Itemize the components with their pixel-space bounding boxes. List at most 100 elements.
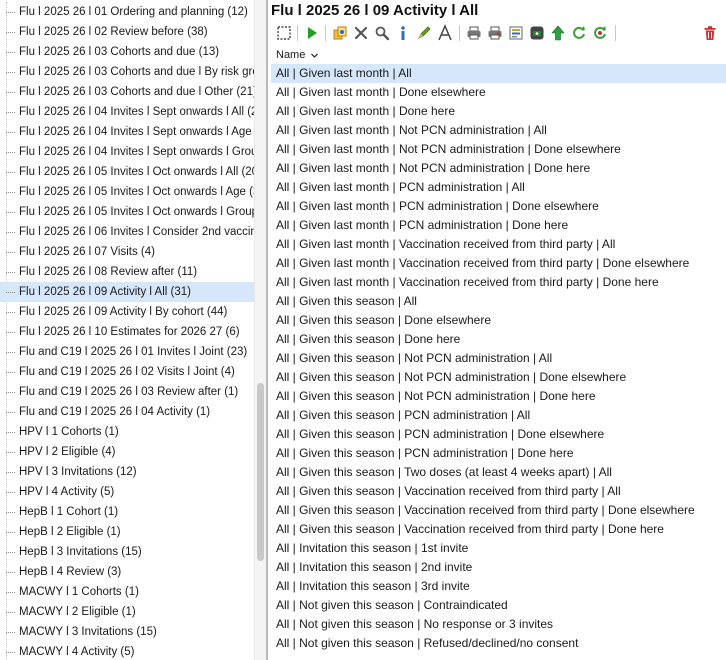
tree-item[interactable]: Flu l 2025 26 l 04 Invites l Sept onward… xyxy=(0,142,254,162)
tree-scrollbar-thumb[interactable] xyxy=(257,383,264,561)
list-item[interactable]: All | Given last month | Not PCN adminis… xyxy=(271,140,726,159)
report-icon[interactable] xyxy=(506,22,526,44)
tree-item[interactable]: Flu l 2025 26 l 01 Ordering and planning… xyxy=(0,2,254,22)
list-item[interactable]: All | Invitation this season | 3rd invit… xyxy=(271,577,726,596)
list-item[interactable]: All | Not given this season | No respons… xyxy=(271,615,726,634)
list-item[interactable]: All | Not given this season | Contraindi… xyxy=(271,596,726,615)
name-column-header[interactable]: Name xyxy=(271,47,726,65)
list-item[interactable]: All | Given last month | PCN administrat… xyxy=(271,197,726,216)
tree-item[interactable]: Flu l 2025 26 l 06 Invites l Consider 2n… xyxy=(0,222,254,242)
list-item[interactable]: All | Invitation this season | 2nd invit… xyxy=(271,558,726,577)
tree-item[interactable]: HPV l 1 Cohorts (1) xyxy=(0,422,254,442)
list-item[interactable]: All | Invitation this season | 1st invit… xyxy=(271,539,726,558)
tree-item[interactable]: MACWY l 1 Cohorts (1) xyxy=(0,582,254,602)
tree-item-label: HepB l 4 Review (3) xyxy=(19,566,122,578)
select-icon[interactable] xyxy=(274,22,294,44)
print-icon[interactable] xyxy=(464,22,484,44)
info-icon[interactable] xyxy=(393,22,413,44)
tree-item[interactable]: Flu and C19 l 2025 26 l 03 Review after … xyxy=(0,382,254,402)
tree-connector xyxy=(6,452,15,453)
list-item[interactable]: All | Given this season | Done elsewhere xyxy=(271,311,726,330)
tree-item[interactable]: Flu l 2025 26 l 03 Cohorts and due l Oth… xyxy=(0,82,254,102)
tree-connector xyxy=(6,432,15,433)
tree-item[interactable]: HepB l 3 Invitations (15) xyxy=(0,542,254,562)
tree-item-label: HPV l 2 Eligible (4) xyxy=(19,446,116,458)
run-icon[interactable] xyxy=(302,22,322,44)
tree-item[interactable]: Flu l 2025 26 l 10 Estimates for 2026 27… xyxy=(0,322,254,342)
export-icon[interactable] xyxy=(527,22,547,44)
panel-title: Flu l 2025 26 l 09 Activity l All xyxy=(271,2,479,19)
tree-item[interactable]: Flu l 2025 26 l 04 Invites l Sept onward… xyxy=(0,122,254,142)
sync-icon[interactable] xyxy=(590,22,610,44)
move-up-icon[interactable] xyxy=(548,22,568,44)
copy-icon[interactable] xyxy=(330,22,350,44)
font-icon[interactable] xyxy=(435,22,455,44)
trash-icon[interactable] xyxy=(700,22,720,44)
tree-item[interactable]: Flu l 2025 26 l 09 Activity l By cohort … xyxy=(0,302,254,322)
tree-item[interactable]: Flu l 2025 26 l 03 Cohorts and due (13) xyxy=(0,42,254,62)
list-item[interactable]: All | Given last month | Not PCN adminis… xyxy=(271,121,726,140)
list-item[interactable]: All | Given this season | Done here xyxy=(271,330,726,349)
tree-item[interactable]: Flu l 2025 26 l 07 Visits (4) xyxy=(0,242,254,262)
list-item[interactable]: All | Not given this season | Refused/de… xyxy=(271,634,726,653)
list-item[interactable]: All | Given this season | Vaccination re… xyxy=(271,482,726,501)
list-item[interactable]: All | Given last month | Done here xyxy=(271,102,726,121)
list-item[interactable]: All | Given last month | Not PCN adminis… xyxy=(271,159,726,178)
list-item[interactable]: All | Given this season | PCN administra… xyxy=(271,406,726,425)
tree-item[interactable]: HepB l 4 Review (3) xyxy=(0,562,254,582)
list-item[interactable]: All | Given this season | PCN administra… xyxy=(271,425,726,444)
tree-item[interactable]: Flu and C19 l 2025 26 l 04 Activity (1) xyxy=(0,402,254,422)
tree-item[interactable]: Flu l 2025 26 l 09 Activity l All (31) xyxy=(0,282,254,302)
print-red-icon[interactable] xyxy=(485,22,505,44)
list-item[interactable]: All | Given last month | Vaccination rec… xyxy=(271,254,726,273)
tree-item-label: Flu l 2025 26 l 07 Visits (4) xyxy=(19,246,155,258)
list-item[interactable]: All | Given this season | Not PCN admini… xyxy=(271,387,726,406)
tree-item-label: Flu l 2025 26 l 06 Invites l Consider 2n… xyxy=(19,226,254,238)
list-item[interactable]: All | Given this season | Vaccination re… xyxy=(271,520,726,539)
tree-item[interactable]: MACWY l 4 Activity (5) xyxy=(0,642,254,660)
results-list: All | Given last month | All All | Given … xyxy=(271,64,726,653)
list-item[interactable]: All | Given this season | Not PCN admini… xyxy=(271,368,726,387)
list-item[interactable]: All | Given last month | Done elsewhere xyxy=(271,83,726,102)
list-item[interactable]: All | Given last month | Vaccination rec… xyxy=(271,235,726,254)
list-item[interactable]: All | Given last month | PCN administrat… xyxy=(271,178,726,197)
tree-connector xyxy=(6,492,15,493)
tree-item-label: Flu l 2025 26 l 04 Invites l Sept onward… xyxy=(19,126,254,138)
list-item[interactable]: All | Given this season | Not PCN admini… xyxy=(271,349,726,368)
list-item[interactable]: All | Given this season | Two doses (at … xyxy=(271,463,726,482)
list-item[interactable]: All | Given this season | PCN administra… xyxy=(271,444,726,463)
tree-item[interactable]: MACWY l 3 Invitations (15) xyxy=(0,622,254,642)
tree-item[interactable]: HPV l 4 Activity (5) xyxy=(0,482,254,502)
tree-connector xyxy=(6,372,15,373)
tree-connector xyxy=(6,572,15,573)
tree-item-label: Flu l 2025 26 l 08 Review after (11) xyxy=(19,266,198,278)
list-item[interactable]: All | Given this season | Vaccination re… xyxy=(271,501,726,520)
list-item[interactable]: All | Given last month | Vaccination rec… xyxy=(271,273,726,292)
search-icon[interactable] xyxy=(372,22,392,44)
edit-icon[interactable] xyxy=(414,22,434,44)
tree-item[interactable]: Flu l 2025 26 l 08 Review after (11) xyxy=(0,262,254,282)
tree-item[interactable]: HepB l 2 Eligible (1) xyxy=(0,522,254,542)
tree-item[interactable]: Flu l 2025 26 l 05 Invites l Oct onwards… xyxy=(0,182,254,202)
delete-icon[interactable] xyxy=(351,22,371,44)
tree-item[interactable]: Flu l 2025 26 l 05 Invites l Oct onwards… xyxy=(0,202,254,222)
list-item[interactable]: All | Given this season | All xyxy=(271,292,726,311)
sort-chevron-down-icon xyxy=(311,53,319,58)
tree-item[interactable]: HPV l 3 Invitations (12) xyxy=(0,462,254,482)
tree-item[interactable]: Flu l 2025 26 l 04 Invites l Sept onward… xyxy=(0,102,254,122)
tree-item[interactable]: HepB l 1 Cohort (1) xyxy=(0,502,254,522)
tree-connector xyxy=(6,72,15,73)
list-item[interactable]: All | Given last month | PCN administrat… xyxy=(271,216,726,235)
tree-item[interactable]: MACWY l 2 Eligible (1) xyxy=(0,602,254,622)
tree-item[interactable]: Flu l 2025 26 l 03 Cohorts and due l By … xyxy=(0,62,254,82)
refresh-icon[interactable] xyxy=(569,22,589,44)
tree-scrollbar[interactable] xyxy=(254,0,266,660)
tree-item[interactable]: Flu l 2025 26 l 02 Review before (38) xyxy=(0,22,254,42)
list-item[interactable]: All | Given last month | All xyxy=(271,64,726,83)
tree-item[interactable]: Flu l 2025 26 l 05 Invites l Oct onwards… xyxy=(0,162,254,182)
tree-item[interactable]: Flu and C19 l 2025 26 l 02 Visits l Join… xyxy=(0,362,254,382)
tree-item[interactable]: Flu and C19 l 2025 26 l 01 Invites l Joi… xyxy=(0,342,254,362)
tree-connector xyxy=(6,152,15,153)
tree-item[interactable]: HPV l 2 Eligible (4) xyxy=(0,442,254,462)
tree-connector xyxy=(6,632,15,633)
